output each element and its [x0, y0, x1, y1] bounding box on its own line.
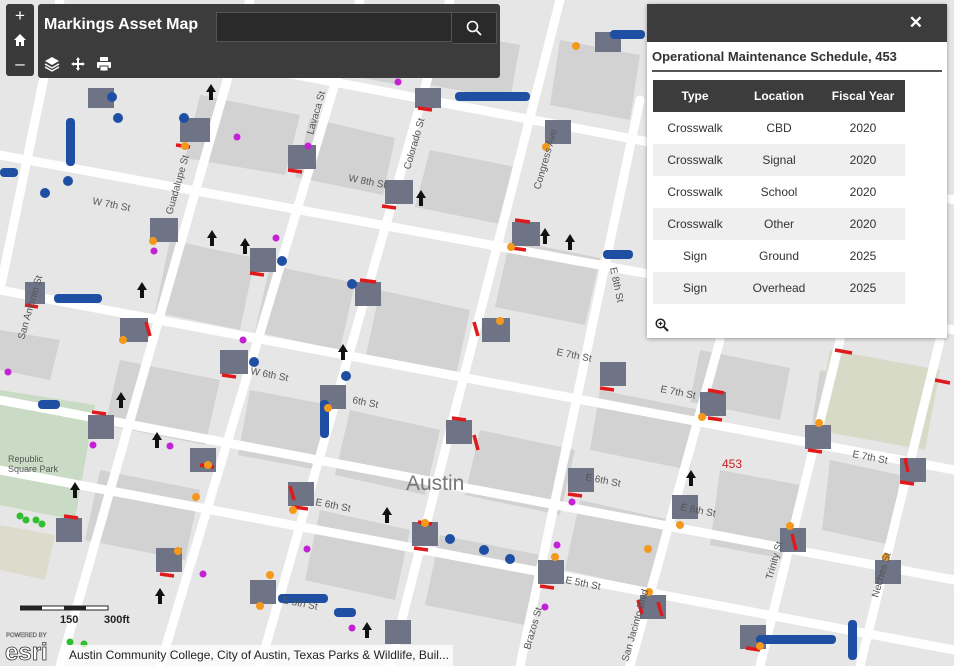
column-header-location: Location: [737, 80, 821, 112]
toolbar: [44, 56, 112, 72]
cell-location: School: [760, 185, 798, 199]
cell-type: Crosswalk: [653, 208, 737, 240]
zoom-to-icon: [655, 318, 669, 332]
column-header-fiscal-year: Fiscal Year: [821, 80, 905, 112]
app-title: Markings Asset Map: [44, 16, 199, 33]
esri-logo: POWERED BY esri: [5, 633, 49, 666]
cell-type: Crosswalk: [667, 121, 723, 135]
info-popup: ✕ Operational Maintenance Schedule, 453 …: [647, 4, 947, 338]
table-row: Crosswalk CBD 2020: [653, 112, 905, 144]
table-row: Sign Ground 2025: [653, 240, 905, 272]
print-button[interactable]: [96, 56, 112, 72]
scale-bar: 150 300ft: [20, 605, 130, 626]
search-button[interactable]: [452, 12, 497, 44]
schedule-table: Type Location Fiscal Year Crosswalk CBD 20…: [653, 80, 905, 304]
popup-title: Operational Maintenance Schedule, 453: [652, 49, 942, 72]
table-row: Crosswalk Signal 2020: [653, 144, 905, 176]
cell-type: Sign: [682, 249, 708, 263]
cell-type: Sign: [653, 272, 737, 304]
search-input[interactable]: [216, 12, 452, 42]
cell-location: Other: [737, 208, 821, 240]
scale-label-end: 300ft: [104, 614, 130, 626]
close-icon[interactable]: ✕: [909, 13, 923, 33]
cell-location: CBD: [766, 121, 792, 135]
layers-button[interactable]: [44, 56, 60, 72]
cell-fiscal-year: 2020: [849, 185, 877, 199]
layers-icon: [44, 57, 60, 72]
cell-fiscal-year: 2025: [821, 272, 905, 304]
zoom-to-button[interactable]: [655, 318, 669, 337]
cell-fiscal-year: 2020: [849, 121, 877, 135]
cell-fiscal-year: 2020: [821, 208, 905, 240]
cell-location: Overhead: [737, 272, 821, 304]
search-icon: [466, 20, 482, 36]
selected-feature-label: 453: [722, 457, 742, 471]
popup-header: ✕: [647, 4, 947, 42]
esri-wordmark: esri: [5, 639, 48, 666]
home-button[interactable]: [6, 28, 34, 52]
cell-location: Ground: [758, 249, 800, 263]
table-header-row: Type Location Fiscal Year: [653, 80, 905, 112]
park-label: Republic: [8, 454, 44, 464]
table-row: Crosswalk Other 2020: [653, 208, 905, 240]
table-row: Sign Overhead 2025: [653, 272, 905, 304]
city-label: Austin: [406, 472, 464, 495]
cell-type: Crosswalk: [653, 144, 737, 176]
cell-fiscal-year: 2025: [849, 249, 877, 263]
park-label-2: Square Park: [8, 464, 59, 474]
cell-location: Signal: [737, 144, 821, 176]
zoom-in-button[interactable]: +: [6, 4, 34, 28]
zoom-controls: + –: [6, 4, 34, 76]
zoom-out-button[interactable]: –: [6, 52, 34, 76]
move-button[interactable]: [70, 56, 86, 72]
app-header: Markings Asset Map: [38, 4, 500, 78]
attribution-text[interactable]: Austin Community College, City of Austin…: [65, 645, 453, 666]
table-row: Crosswalk School 2020: [653, 176, 905, 208]
column-header-type: Type: [653, 80, 737, 112]
scale-label-mid: 150: [60, 614, 78, 626]
cell-fiscal-year: 2020: [821, 144, 905, 176]
print-icon: [97, 57, 111, 72]
home-icon: [14, 34, 26, 46]
cell-type: Crosswalk: [667, 185, 723, 199]
move-icon: [71, 57, 85, 71]
